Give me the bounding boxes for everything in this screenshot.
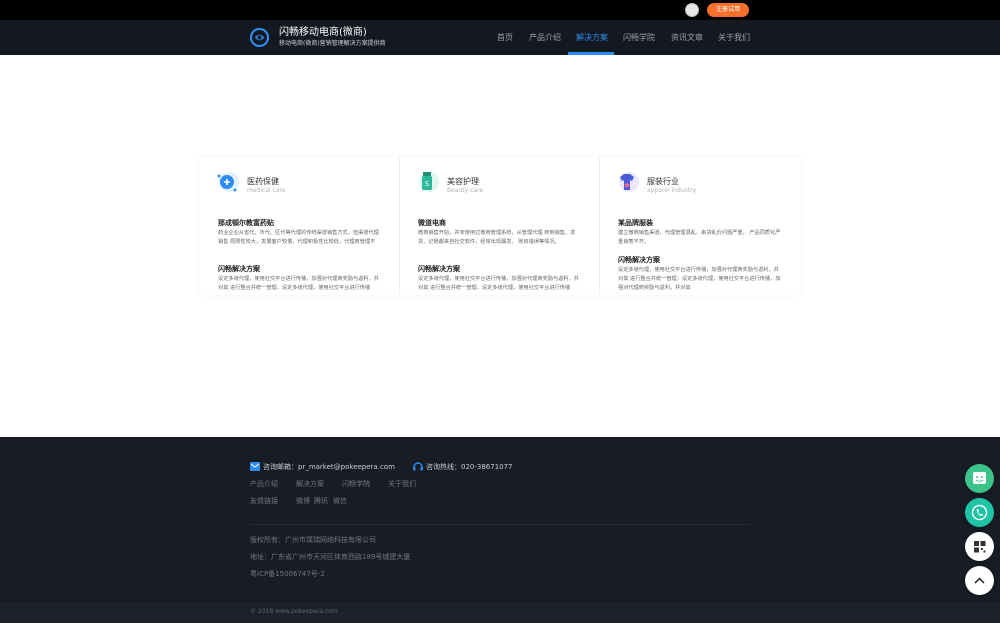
friend-link-weibo[interactable]: 微博 xyxy=(296,496,310,506)
svg-text:S: S xyxy=(425,180,430,188)
solution-title: 闪畅解决方案 xyxy=(418,265,460,273)
qrcode-button[interactable] xyxy=(965,532,994,561)
card-subtitle: apparel industry xyxy=(647,187,697,194)
brand-name[interactable]: 闪畅移动电商(微商) xyxy=(279,27,367,39)
phone-button[interactable] xyxy=(965,498,994,527)
top-bar: 注册试用 xyxy=(0,0,1000,20)
case-text: 建立微商销售渠道，代理管理混乱，串货乱价问题严重， 产品同质化严重良莠不齐。 xyxy=(618,230,781,245)
nav-solutions[interactable]: 解决方案 xyxy=(576,20,608,55)
friend-links-label: 友情链接 xyxy=(250,497,278,505)
card-subtitle: medical care xyxy=(247,187,286,194)
brand-logo-icon[interactable] xyxy=(250,28,269,47)
footer-address: 地址：广东省广州市天河区体育西路189号城建大厦 xyxy=(250,553,411,561)
qrcode-icon xyxy=(974,541,986,553)
solution-text: 设定多级代理，使用社交平台进行传播，加强对代理商奖励与返利，并对其 进行整合并统… xyxy=(618,267,781,291)
chat-icon xyxy=(973,472,986,484)
trial-button[interactable]: 注册试用 xyxy=(707,3,749,17)
solution-cards: 医药保健 medical care 那成頓尔教富药贴 药业企业从省代、市代、区代… xyxy=(200,157,800,295)
copyright-bar: © 2018 www.pokeepera.com xyxy=(0,602,1000,623)
case-text: 微商销售开始，并未使用过微商管理系统，从管理代理 商到销售、发货、记账都来自社交… xyxy=(418,230,576,245)
solution-text: 设定多级代理，使用社交平台进行传播，加强对代理商奖励与返利，并对其 进行整合并统… xyxy=(418,276,579,291)
card-subtitle: Beauty care xyxy=(447,187,484,194)
nav-academy[interactable]: 闪畅学院 xyxy=(623,20,655,55)
card-beauty[interactable]: S 美容护理 Beauty care 微道电商 微商销售开始，并未使用过微商管理… xyxy=(400,157,600,295)
arrow-up-icon xyxy=(974,577,985,584)
footer-rights: 版权所有：广州市璞瑞网络科技有限公司 xyxy=(250,536,376,544)
chat-button[interactable] xyxy=(965,464,994,493)
friend-link-tencent[interactable]: 腾讯 xyxy=(314,496,328,506)
friend-link-wechat[interactable]: 微信 xyxy=(333,496,347,506)
apparel-icon xyxy=(619,172,639,192)
headset-icon xyxy=(413,462,423,471)
solution-text: 设定多级代理，使用社交平台进行传播，加强对代理商奖励与返利，并对其 进行整合并统… xyxy=(218,276,379,291)
medical-icon xyxy=(217,172,239,192)
footer-divider xyxy=(250,524,750,525)
beauty-icon: S xyxy=(419,172,439,192)
nav-articles[interactable]: 资讯文章 xyxy=(671,20,703,55)
case-text: 药业企业从省代、市代、区代等代理的传统渠道销售方式，但渠道代理销售 局限性较大，… xyxy=(218,230,379,245)
contact-hotline[interactable]: 咨询热线：020-38671077 xyxy=(426,462,513,472)
nav-about[interactable]: 关于我们 xyxy=(718,20,750,55)
nav-home[interactable]: 首页 xyxy=(497,20,513,55)
case-title: 某品牌服装 xyxy=(618,219,653,227)
card-title: 美容护理 xyxy=(447,177,479,186)
contact-email[interactable]: 咨询邮箱：pr_market@pokeepera.com xyxy=(263,462,395,472)
back-to-top-button[interactable] xyxy=(965,566,994,595)
footer-link-about[interactable]: 关于我们 xyxy=(388,479,416,489)
nav-products[interactable]: 产品介绍 xyxy=(529,20,561,55)
copyright-text: © 2018 www.pokeepera.com xyxy=(250,608,338,615)
site-footer: 咨询邮箱：pr_market@pokeepera.com 咨询热线：020-38… xyxy=(0,437,1000,602)
card-title: 医药保健 xyxy=(247,177,279,186)
card-title: 服装行业 xyxy=(647,177,679,186)
footer-icp[interactable]: 粤ICP备15006747号-2 xyxy=(250,569,325,579)
footer-link-products[interactable]: 产品介绍 xyxy=(250,479,278,489)
solution-title: 闪畅解决方案 xyxy=(218,265,260,273)
mail-icon xyxy=(250,462,260,471)
phone-icon xyxy=(971,504,988,521)
case-title: 那成頓尔教富药贴 xyxy=(218,219,274,227)
user-avatar-icon[interactable] xyxy=(685,3,699,17)
card-medical[interactable]: 医药保健 medical care 那成頓尔教富药贴 药业企业从省代、市代、区代… xyxy=(200,157,400,295)
site-header: 闪畅移动电商(微商) 移动电商(微商)营销管理解决方案提供商 首页 产品介绍 解… xyxy=(0,20,1000,55)
case-title: 微道电商 xyxy=(418,219,446,227)
card-apparel[interactable]: 服装行业 apparel industry 某品牌服装 建立微商销售渠道，代理管… xyxy=(600,157,800,295)
footer-link-solutions[interactable]: 解决方案 xyxy=(296,479,324,489)
solution-title: 闪畅解决方案 xyxy=(618,256,660,264)
brand-tagline: 移动电商(微商)营销管理解决方案提供商 xyxy=(279,40,386,47)
footer-link-academy[interactable]: 闪畅学院 xyxy=(342,479,370,489)
